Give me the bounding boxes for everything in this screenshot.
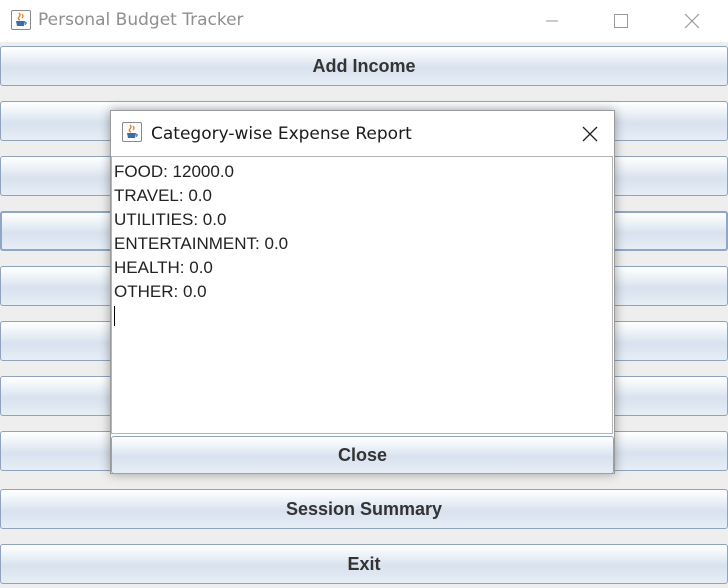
close-button[interactable]: Close <box>111 436 614 474</box>
report-line-food: FOOD: 12000.0 <box>114 162 235 181</box>
expense-report-dialog: Category-wise Expense Report FOOD: 12000… <box>110 110 615 474</box>
minimize-button[interactable] <box>529 0 575 42</box>
close-window-button[interactable] <box>669 0 715 42</box>
report-line-utilities: UTILITIES: 0.0 <box>114 210 227 229</box>
minimize-icon <box>546 20 558 22</box>
report-line-travel: TRAVEL: 0.0 <box>114 186 212 205</box>
dialog-close-button[interactable] <box>576 120 604 148</box>
window-title: Personal Budget Tracker <box>38 10 244 30</box>
text-caret <box>114 306 115 326</box>
report-line-health: HEALTH: 0.0 <box>114 258 213 277</box>
session-summary-button[interactable]: Session Summary <box>0 489 728 529</box>
java-cup-icon <box>122 122 142 142</box>
title-bar[interactable]: Personal Budget Tracker <box>0 0 728 42</box>
close-icon <box>582 126 598 142</box>
maximize-icon <box>614 14 628 28</box>
report-line-other: OTHER: 0.0 <box>114 282 207 301</box>
add-income-button[interactable]: Add Income <box>0 46 728 86</box>
maximize-button[interactable] <box>598 0 644 42</box>
dialog-title: Category-wise Expense Report <box>151 124 412 144</box>
close-icon <box>684 13 700 29</box>
report-line-entertainment: ENTERTAINMENT: 0.0 <box>114 234 289 253</box>
report-text-area[interactable]: FOOD: 12000.0 TRAVEL: 0.0 UTILITIES: 0.0… <box>111 156 613 434</box>
exit-button[interactable]: Exit <box>0 544 728 584</box>
java-cup-icon <box>11 10 31 30</box>
